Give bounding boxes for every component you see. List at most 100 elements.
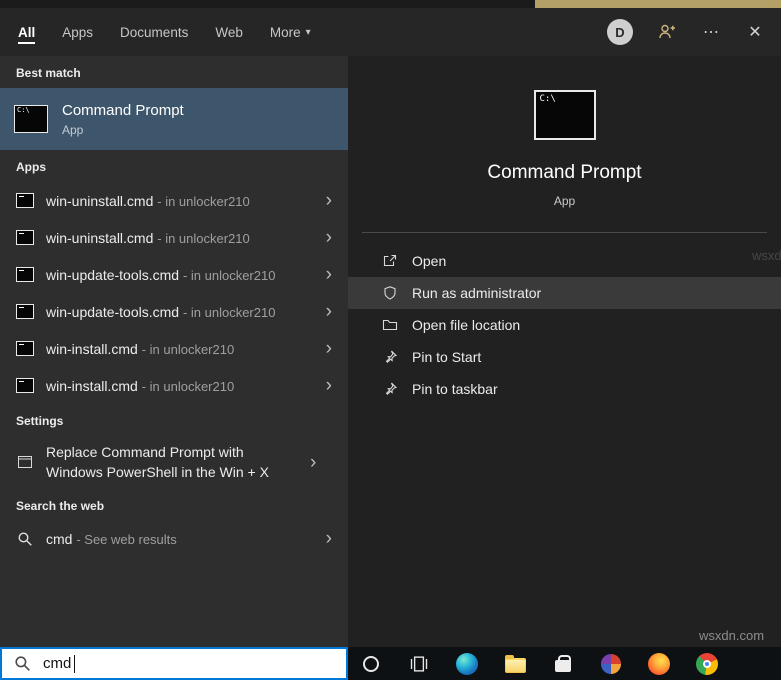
edge-icon[interactable] (456, 652, 478, 675)
task-view-icon[interactable] (408, 653, 430, 675)
colorful-app-icon[interactable] (600, 653, 622, 675)
web-result-texts: cmd - See web results (46, 531, 306, 547)
action-open[interactable]: Open (348, 245, 781, 277)
web-result-row[interactable]: cmd - See web results › (0, 521, 348, 557)
pin-icon (385, 350, 398, 363)
chevron-right-icon[interactable]: › (318, 228, 340, 247)
app-result-texts: win-update-tools.cmd - in unlocker210 (46, 304, 306, 320)
tab-documents[interactable]: Documents (120, 8, 188, 56)
web-section-label: Search the web (16, 498, 105, 513)
divider (362, 232, 767, 233)
cmd-icon-text: C:\ (539, 94, 556, 104)
app-result-context: - in unlocker210 (141, 341, 235, 357)
action-label: Open (412, 253, 447, 269)
settings-section-label: Settings (16, 414, 64, 428)
cmd-file-icon (16, 304, 34, 319)
tab-all[interactable]: All (18, 8, 36, 56)
cmd-icon-text: C:\ (17, 106, 30, 114)
cmd-file-icon (16, 193, 34, 208)
app-result-texts: win-install.cmd - in unlocker210 (46, 378, 306, 394)
action-label: Pin to Start (412, 349, 482, 365)
web-result-context: - See web results (76, 531, 177, 547)
best-match-result[interactable]: C:\ Command Prompt App (0, 88, 348, 150)
chevron-down-icon: ▾ (305, 26, 311, 38)
file-explorer-icon[interactable] (504, 653, 526, 675)
account-person-icon[interactable] (657, 22, 677, 42)
command-prompt-icon-large: C:\ (533, 90, 596, 140)
app-result-context: - in unlocker210 (141, 378, 235, 394)
app-result-texts: win-uninstall.cmd - in unlocker210 (46, 193, 306, 209)
action-open-file-location[interactable]: Open file location (348, 309, 781, 341)
store-icon[interactable] (552, 653, 574, 675)
chrome-icon[interactable] (696, 652, 718, 675)
command-prompt-icon: C:\ (14, 105, 48, 133)
app-result-row[interactable]: win-install.cmd - in unlocker210 › (0, 330, 348, 367)
best-match-texts: Command Prompt App (62, 102, 184, 137)
action-pin-to-taskbar[interactable]: Pin to taskbar (348, 373, 781, 405)
chevron-right-icon[interactable]: › (318, 302, 340, 321)
search-icon (18, 532, 32, 546)
app-result-context: - in unlocker210 (157, 193, 250, 209)
results-panel: Best match C:\ Command Prompt App Apps w… (0, 56, 348, 647)
app-result-name: win-uninstall.cmd (46, 229, 154, 246)
chevron-right-icon[interactable]: › (302, 453, 324, 472)
search-header: All Apps Documents Web More ▾ D ⋯ ✕ (0, 8, 781, 56)
firefox-icon[interactable] (648, 652, 670, 675)
folder-icon (382, 319, 398, 331)
app-result-name: win-install.cmd (46, 377, 138, 394)
tab-more[interactable]: More ▾ (270, 8, 311, 56)
tab-more-label: More (269, 24, 301, 40)
background-window-strip (0, 0, 781, 8)
app-result-row[interactable]: win-uninstall.cmd - in unlocker210 › (0, 182, 348, 219)
action-label: Pin to taskbar (412, 381, 498, 397)
settings-result-text: Replace Command Prompt with Windows Powe… (46, 444, 269, 481)
preview-subtitle: App (553, 194, 576, 208)
action-label: Run as administrator (412, 285, 542, 301)
background-window-titlebar (535, 0, 781, 8)
cmd-file-icon (16, 378, 34, 393)
app-result-name: win-update-tools.cmd (46, 303, 180, 320)
user-avatar[interactable]: D (607, 19, 633, 45)
search-filter-tabs: All Apps Documents Web More ▾ (0, 8, 311, 56)
taskbar (348, 647, 781, 680)
settings-result-row[interactable]: Replace Command Prompt with Windows Powe… (0, 436, 348, 489)
search-input[interactable] (43, 655, 346, 672)
chevron-right-icon[interactable]: › (318, 191, 340, 210)
preview-panel: C:\ Command Prompt App Open Run as admin… (348, 56, 781, 647)
best-match-section-label: Best match (16, 66, 81, 80)
search-icon (14, 655, 31, 672)
chevron-right-icon[interactable]: › (318, 339, 340, 358)
apps-section-label: Apps (16, 160, 46, 174)
app-result-row[interactable]: win-install.cmd - in unlocker210 › (0, 367, 348, 404)
cortana-icon[interactable] (360, 653, 382, 675)
action-pin-to-start[interactable]: Pin to Start (348, 341, 781, 373)
best-match-title: Command Prompt (62, 101, 184, 119)
search-box (0, 647, 348, 680)
close-icon[interactable]: ✕ (745, 22, 765, 42)
chevron-right-icon[interactable]: › (318, 376, 340, 395)
pin-icon (385, 382, 398, 395)
action-label: Open file location (412, 317, 521, 333)
more-options-icon[interactable]: ⋯ (701, 22, 721, 42)
preview-title: Command Prompt (487, 162, 642, 183)
web-result-query: cmd (46, 530, 73, 547)
app-result-context: - in unlocker210 (182, 267, 276, 283)
windows-search-window: All Apps Documents Web More ▾ D ⋯ ✕ Best… (0, 0, 781, 680)
cmd-file-icon (16, 230, 34, 245)
app-result-row[interactable]: win-update-tools.cmd - in unlocker210 › (0, 293, 348, 330)
app-result-row[interactable]: win-update-tools.cmd - in unlocker210 › (0, 256, 348, 293)
tab-apps[interactable]: Apps (62, 8, 93, 56)
run-as-administrator-icon (384, 286, 396, 300)
text-caret (74, 655, 75, 673)
chevron-right-icon[interactable]: › (318, 529, 340, 548)
action-run-as-administrator[interactable]: Run as administrator (348, 277, 781, 309)
app-result-row[interactable]: win-uninstall.cmd - in unlocker210 › (0, 219, 348, 256)
app-result-name: win-update-tools.cmd (46, 266, 180, 283)
tab-web[interactable]: Web (215, 8, 243, 56)
chevron-right-icon[interactable]: › (318, 265, 340, 284)
app-result-texts: win-update-tools.cmd - in unlocker210 (46, 267, 306, 283)
open-icon (383, 254, 397, 267)
preview-head: C:\ Command Prompt App (348, 56, 781, 208)
cmd-file-icon (16, 267, 34, 282)
window-icon (18, 456, 32, 469)
